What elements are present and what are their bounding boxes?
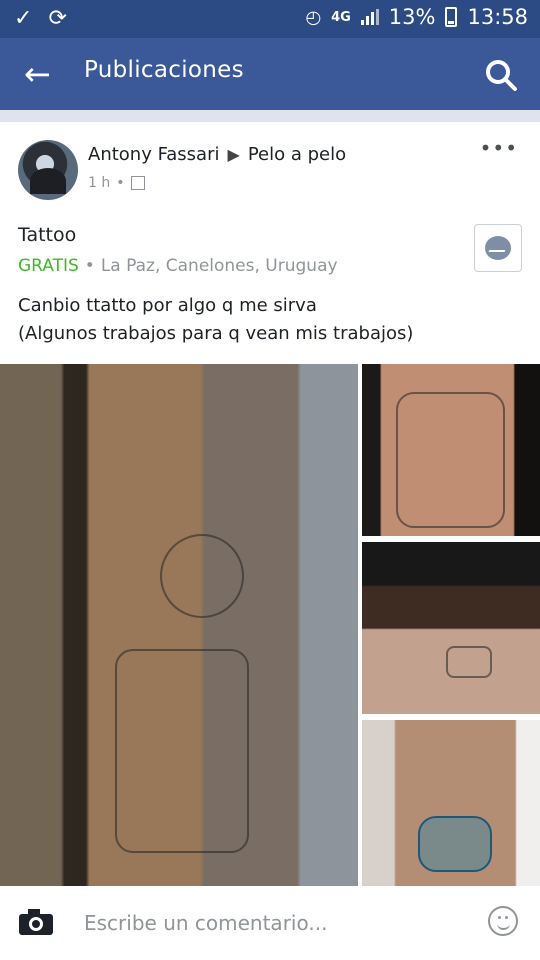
- messenger-icon: [485, 236, 511, 260]
- network-label: 4G: [331, 9, 351, 25]
- status-bar: ✓ ⟳ ◴ 4G 13% 13:58: [0, 0, 540, 38]
- feed-separator: [0, 110, 540, 122]
- skull-tattoo-shape: [115, 649, 249, 853]
- more-icon[interactable]: •••: [480, 136, 518, 160]
- avatar[interactable]: [18, 140, 78, 200]
- battery-percent: 13%: [388, 5, 436, 29]
- status-left: ✓ ⟳: [14, 6, 67, 31]
- download-icon: ✓: [14, 6, 33, 31]
- location: La Paz, Canelones, Uruguay: [100, 256, 338, 276]
- item-title: Tattoo: [18, 224, 77, 246]
- post-time: 1 h: [88, 175, 111, 191]
- post-text-line-1: Canbio ttatto por algo q me sirva: [18, 295, 317, 316]
- clock: 13:58: [467, 5, 528, 29]
- post-meta: 1 h •: [88, 175, 145, 191]
- share-arrow-icon: ▶: [227, 145, 240, 164]
- post-text-line-2: (Algunos trabajos para q vean mis trabaj…: [18, 323, 414, 344]
- message-seller-button[interactable]: [474, 224, 522, 272]
- tattoo-photo-main[interactable]: [0, 364, 358, 886]
- author-name[interactable]: Antony Fassari: [88, 144, 220, 165]
- signal-icon: [360, 9, 379, 25]
- tattoo-photo-badge[interactable]: [362, 720, 540, 886]
- search-icon[interactable]: [484, 58, 518, 92]
- club-badge-tattoo-shape: [418, 816, 492, 872]
- price-location: GRATIS • La Paz, Canelones, Uruguay: [18, 256, 338, 276]
- status-right: ◴ 4G 13% 13:58: [305, 5, 528, 29]
- tattoo-photo-owl[interactable]: [362, 364, 540, 536]
- post-header: Antony Fassari ▶ Pelo a pelo: [88, 144, 346, 165]
- crown-tattoo-shape: [446, 646, 492, 678]
- camera-icon[interactable]: [18, 908, 54, 936]
- group-name[interactable]: Pelo a pelo: [248, 144, 346, 165]
- post-text: Canbio ttatto por algo q me sirva (Algun…: [18, 292, 518, 348]
- comment-input[interactable]: Escribe un comentario...: [84, 911, 327, 935]
- alarm-icon: ◴: [305, 6, 322, 28]
- separator-icon: •: [84, 256, 95, 276]
- battery-icon: [445, 7, 458, 27]
- comment-bar: Escribe un comentario...: [0, 886, 540, 960]
- clock-tattoo-shape: [160, 534, 244, 618]
- owl-tattoo-shape: [396, 392, 505, 528]
- meta-separator-icon: •: [116, 175, 125, 191]
- smile-icon[interactable]: [488, 906, 518, 936]
- tattoo-photo-crown[interactable]: [362, 542, 540, 714]
- app-bar: ← Publicaciones: [0, 38, 540, 110]
- back-icon[interactable]: ←: [24, 54, 51, 94]
- post-card: Antony Fassari ▶ Pelo a pelo 1 h • ••• T…: [0, 122, 540, 960]
- price: GRATIS: [18, 256, 79, 276]
- audience-icon: [130, 176, 145, 190]
- sync-icon: ⟳: [48, 6, 67, 31]
- page-title: Publicaciones: [84, 57, 244, 83]
